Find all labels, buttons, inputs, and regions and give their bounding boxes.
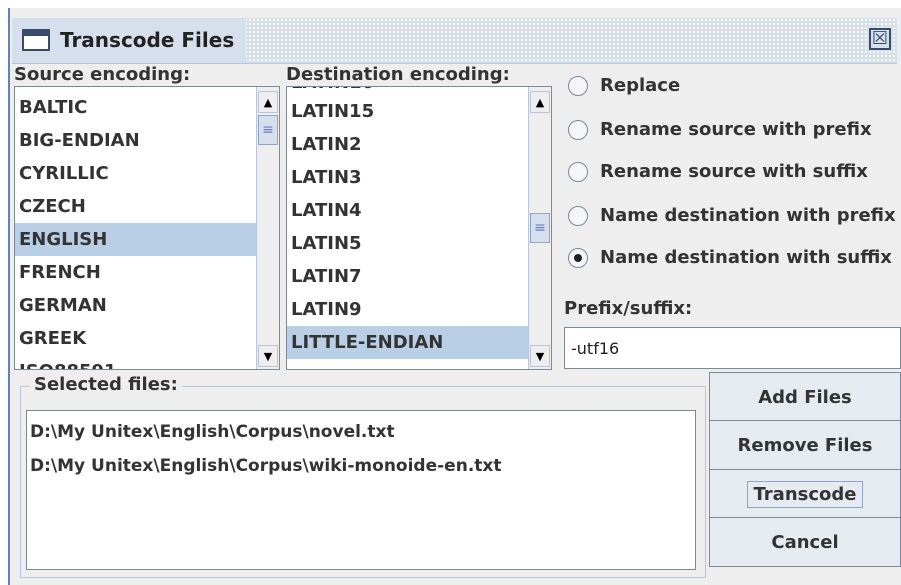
radio-button[interactable]: [568, 119, 588, 140]
destination-list-items: LATIN10 LATIN15 LATIN2 LATIN3 LATIN4 LAT…: [287, 87, 529, 369]
list-item[interactable]: LATIN7: [287, 260, 529, 293]
list-item-selected[interactable]: ENGLISH: [15, 223, 257, 256]
list-item-selected[interactable]: LITTLE-ENDIAN: [287, 326, 529, 359]
radio-name-destination-prefix[interactable]: Name destination with prefix: [568, 205, 896, 226]
source-list-items: BALTIC BIG-ENDIAN CYRILLIC CZECH ENGLISH…: [15, 87, 257, 369]
radio-button[interactable]: [568, 75, 588, 96]
radio-rename-source-suffix[interactable]: Rename source with suffix: [568, 161, 868, 182]
radio-button[interactable]: [568, 161, 588, 182]
list-item[interactable]: LATIN2: [287, 128, 529, 161]
radio-name-destination-suffix[interactable]: Name destination with suffix: [568, 247, 892, 268]
scroll-down-icon[interactable]: ▼: [530, 345, 550, 367]
list-item[interactable]: LATIN5: [287, 227, 529, 260]
scroll-up-icon[interactable]: ▲: [258, 91, 278, 113]
source-encoding-list[interactable]: BALTIC BIG-ENDIAN CYRILLIC CZECH ENGLISH…: [14, 86, 280, 370]
source-encoding-label: Source encoding:: [14, 64, 191, 85]
source-scrollbar[interactable]: ▲ ▼: [256, 87, 279, 369]
file-list-item[interactable]: D:\My Unitex\English\Corpus\wiki-monoide…: [27, 449, 695, 483]
remove-files-button[interactable]: Remove Files: [709, 420, 901, 470]
list-item[interactable]: LATIN4: [287, 194, 529, 227]
scroll-up-icon[interactable]: ▲: [530, 91, 550, 113]
title-area: Transcode Files: [12, 18, 247, 62]
window-icon: [22, 29, 50, 51]
destination-scrollbar[interactable]: ▲ ▼: [528, 87, 551, 369]
radio-label: Rename source with suffix: [600, 161, 868, 182]
selected-files-list[interactable]: D:\My Unitex\English\Corpus\novel.txt D:…: [26, 410, 696, 570]
add-files-button[interactable]: Add Files: [709, 372, 901, 422]
radio-label: Name destination with prefix: [600, 205, 896, 226]
list-item[interactable]: CYRILLIC: [15, 157, 257, 190]
radio-label: Replace: [600, 75, 681, 96]
scroll-down-icon[interactable]: ▼: [258, 345, 278, 367]
radio-button-checked[interactable]: [568, 247, 588, 268]
list-item[interactable]: LATIN15: [287, 95, 529, 128]
list-item[interactable]: CZECH: [15, 190, 257, 223]
list-item[interactable]: GERMAN: [15, 289, 257, 322]
list-item[interactable]: LATIN10: [287, 87, 529, 95]
window-title: Transcode Files: [60, 28, 235, 52]
list-item[interactable]: BIG-ENDIAN: [15, 124, 257, 157]
scroll-thumb[interactable]: [530, 213, 550, 243]
list-item[interactable]: LATIN3: [287, 161, 529, 194]
list-item[interactable]: BALTIC: [15, 91, 257, 124]
list-item[interactable]: LATIN9: [287, 293, 529, 326]
prefix-suffix-input[interactable]: [564, 327, 901, 369]
transcode-label: Transcode: [746, 480, 864, 508]
radio-label: Rename source with prefix: [600, 119, 872, 140]
prefix-suffix-label: Prefix/suffix:: [564, 298, 693, 319]
list-item[interactable]: ISO88591: [15, 355, 257, 369]
list-item[interactable]: GREEK: [15, 322, 257, 355]
file-list-item[interactable]: D:\My Unitex\English\Corpus\novel.txt: [27, 415, 695, 449]
radio-rename-source-prefix[interactable]: Rename source with prefix: [568, 119, 872, 140]
close-icon[interactable]: ☒: [869, 28, 891, 50]
cancel-button[interactable]: Cancel: [709, 517, 901, 567]
transcode-button[interactable]: Transcode: [709, 469, 901, 519]
radio-replace[interactable]: Replace: [568, 75, 680, 96]
selected-files-label: Selected files:: [30, 374, 182, 395]
radio-button[interactable]: [568, 205, 588, 226]
destination-encoding-label: Destination encoding:: [286, 64, 510, 85]
radio-label: Name destination with suffix: [600, 247, 892, 268]
destination-encoding-list[interactable]: LATIN10 LATIN15 LATIN2 LATIN3 LATIN4 LAT…: [286, 86, 552, 370]
list-item[interactable]: FRENCH: [15, 256, 257, 289]
title-bar[interactable]: Transcode Files ☒: [12, 18, 897, 64]
scroll-thumb[interactable]: [258, 115, 278, 145]
